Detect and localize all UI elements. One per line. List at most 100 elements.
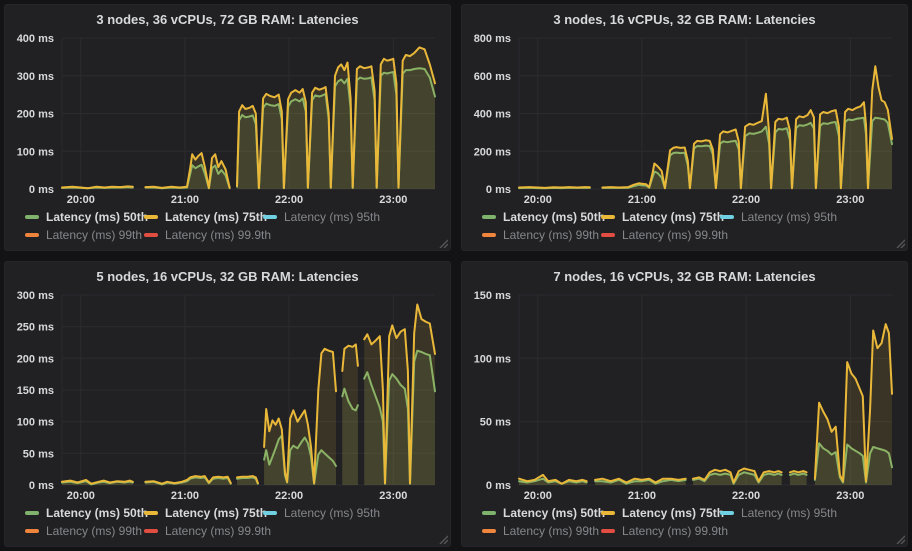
legend-label: Latency (ms) 75th [622,506,724,520]
legend-item-latency-95th[interactable]: Latency (ms) 95th [720,209,895,225]
chart-legend: Latency (ms) 50th Latency (ms) 75th Late… [470,502,899,544]
series-color-swatch [25,215,39,219]
legend-label: Latency (ms) 50th [46,506,148,520]
series-color-swatch [601,529,615,533]
series-color-swatch [25,511,39,515]
legend-item-latency-50th[interactable]: Latency (ms) 50th [25,209,144,225]
legend-item-latency-95th[interactable]: Latency (ms) 95th [263,209,438,225]
legend-item-latency-50th[interactable]: Latency (ms) 50th [482,209,601,225]
legend-label: Latency (ms) 95th [284,210,380,224]
legend-item-latency-75th[interactable]: Latency (ms) 75th [144,209,263,225]
series-color-swatch [144,511,158,515]
svg-text:200 ms: 200 ms [17,353,54,365]
panel-resize-handle-icon[interactable] [438,534,448,544]
legend-label: Latency (ms) 95th [741,210,837,224]
legend-item-latency-75th[interactable]: Latency (ms) 75th [601,505,720,521]
svg-text:21:00: 21:00 [628,194,656,206]
panel-resize-handle-icon[interactable] [438,238,448,248]
legend-label: Latency (ms) 75th [165,210,267,224]
series-color-swatch [601,215,615,219]
legend-label: Latency (ms) 99th [503,228,599,242]
panel-3nodes-16vcpu: 3 nodes, 16 vCPUs, 32 GB RAM: Latencies … [461,4,908,251]
latency-chart[interactable]: 0 ms100 ms200 ms300 ms400 ms20:0021:0022… [13,31,442,206]
legend-item-latency-99-9th[interactable]: Latency (ms) 99.9th [144,227,263,243]
legend-item-latency-50th[interactable]: Latency (ms) 50th [482,505,601,521]
legend-label: Latency (ms) 75th [165,506,267,520]
panel-3nodes-36vcpu: 3 nodes, 36 vCPUs, 72 GB RAM: Latencies … [4,4,451,251]
svg-text:23:00: 23:00 [379,490,407,502]
latency-chart[interactable]: 0 ms200 ms400 ms600 ms800 ms20:0021:0022… [470,31,899,206]
series-color-swatch [144,215,158,219]
legend-item-latency-99-9th[interactable]: Latency (ms) 99.9th [601,523,720,539]
svg-text:23:00: 23:00 [379,194,407,206]
series-color-swatch [25,529,39,533]
panel-title[interactable]: 3 nodes, 36 vCPUs, 72 GB RAM: Latencies [13,9,442,31]
legend-item-latency-99-9th[interactable]: Latency (ms) 99.9th [601,227,720,243]
svg-text:20:00: 20:00 [524,194,552,206]
legend-label: Latency (ms) 99th [46,524,142,538]
legend-item-latency-99th[interactable]: Latency (ms) 99th [482,227,601,243]
chart-legend: Latency (ms) 50th Latency (ms) 75th Late… [13,502,442,544]
series-color-swatch [144,233,158,237]
series-color-swatch [601,233,615,237]
svg-text:150 ms: 150 ms [17,385,54,397]
svg-text:20:00: 20:00 [524,490,552,502]
latency-chart[interactable]: 0 ms50 ms100 ms150 ms20:0021:0022:0023:0… [470,288,899,502]
legend-item-latency-95th[interactable]: Latency (ms) 95th [263,505,438,521]
svg-text:100 ms: 100 ms [474,353,511,365]
legend-item-latency-75th[interactable]: Latency (ms) 75th [144,505,263,521]
svg-text:200 ms: 200 ms [474,146,511,158]
legend-label: Latency (ms) 99.9th [165,524,271,538]
series-color-swatch [720,215,734,219]
panel-title[interactable]: 5 nodes, 16 vCPUs, 32 GB RAM: Latencies [13,266,442,288]
svg-text:21:00: 21:00 [171,490,199,502]
svg-text:600 ms: 600 ms [474,71,511,83]
legend-label: Latency (ms) 50th [46,210,148,224]
legend-label: Latency (ms) 95th [284,506,380,520]
legend-item-latency-99th[interactable]: Latency (ms) 99th [25,523,144,539]
series-color-swatch [263,215,277,219]
svg-text:100 ms: 100 ms [17,417,54,429]
svg-text:23:00: 23:00 [836,194,864,206]
series-color-swatch [482,529,496,533]
legend-label: Latency (ms) 99th [46,228,142,242]
legend-label: Latency (ms) 99.9th [622,524,728,538]
svg-text:22:00: 22:00 [275,194,303,206]
legend-item-latency-95th[interactable]: Latency (ms) 95th [720,505,895,521]
series-color-swatch [482,233,496,237]
svg-text:0 ms: 0 ms [486,184,511,196]
series-color-swatch [263,511,277,515]
panel-resize-handle-icon[interactable] [895,238,905,248]
panel-title[interactable]: 7 nodes, 16 vCPUs, 32 GB RAM: Latencies [470,266,899,288]
svg-text:300 ms: 300 ms [17,71,54,83]
series-color-swatch [144,529,158,533]
legend-label: Latency (ms) 50th [503,506,605,520]
svg-text:250 ms: 250 ms [17,322,54,334]
legend-label: Latency (ms) 50th [503,210,605,224]
legend-label: Latency (ms) 99th [503,524,599,538]
series-color-swatch [482,511,496,515]
svg-text:23:00: 23:00 [836,490,864,502]
panel-title[interactable]: 3 nodes, 16 vCPUs, 32 GB RAM: Latencies [470,9,899,31]
series-color-swatch [25,233,39,237]
dashboard: 3 nodes, 36 vCPUs, 72 GB RAM: Latencies … [0,0,912,551]
legend-item-latency-50th[interactable]: Latency (ms) 50th [25,505,144,521]
svg-text:22:00: 22:00 [732,490,760,502]
svg-text:400 ms: 400 ms [17,33,54,45]
legend-item-latency-99th[interactable]: Latency (ms) 99th [25,227,144,243]
svg-text:0 ms: 0 ms [29,184,54,196]
chart-legend: Latency (ms) 50th Latency (ms) 75th Late… [470,206,899,248]
svg-text:0 ms: 0 ms [486,480,511,492]
svg-text:21:00: 21:00 [171,194,199,206]
svg-text:50 ms: 50 ms [23,448,54,460]
panel-resize-handle-icon[interactable] [895,534,905,544]
legend-item-latency-99-9th[interactable]: Latency (ms) 99.9th [144,523,263,539]
legend-label: Latency (ms) 95th [741,506,837,520]
latency-chart[interactable]: 0 ms50 ms100 ms150 ms200 ms250 ms300 ms2… [13,288,442,502]
legend-item-latency-99th[interactable]: Latency (ms) 99th [482,523,601,539]
panel-7nodes-16vcpu: 7 nodes, 16 vCPUs, 32 GB RAM: Latencies … [461,261,908,547]
panel-5nodes-16vcpu: 5 nodes, 16 vCPUs, 32 GB RAM: Latencies … [4,261,451,547]
svg-text:300 ms: 300 ms [17,290,54,302]
legend-item-latency-75th[interactable]: Latency (ms) 75th [601,209,720,225]
svg-text:200 ms: 200 ms [17,109,54,121]
